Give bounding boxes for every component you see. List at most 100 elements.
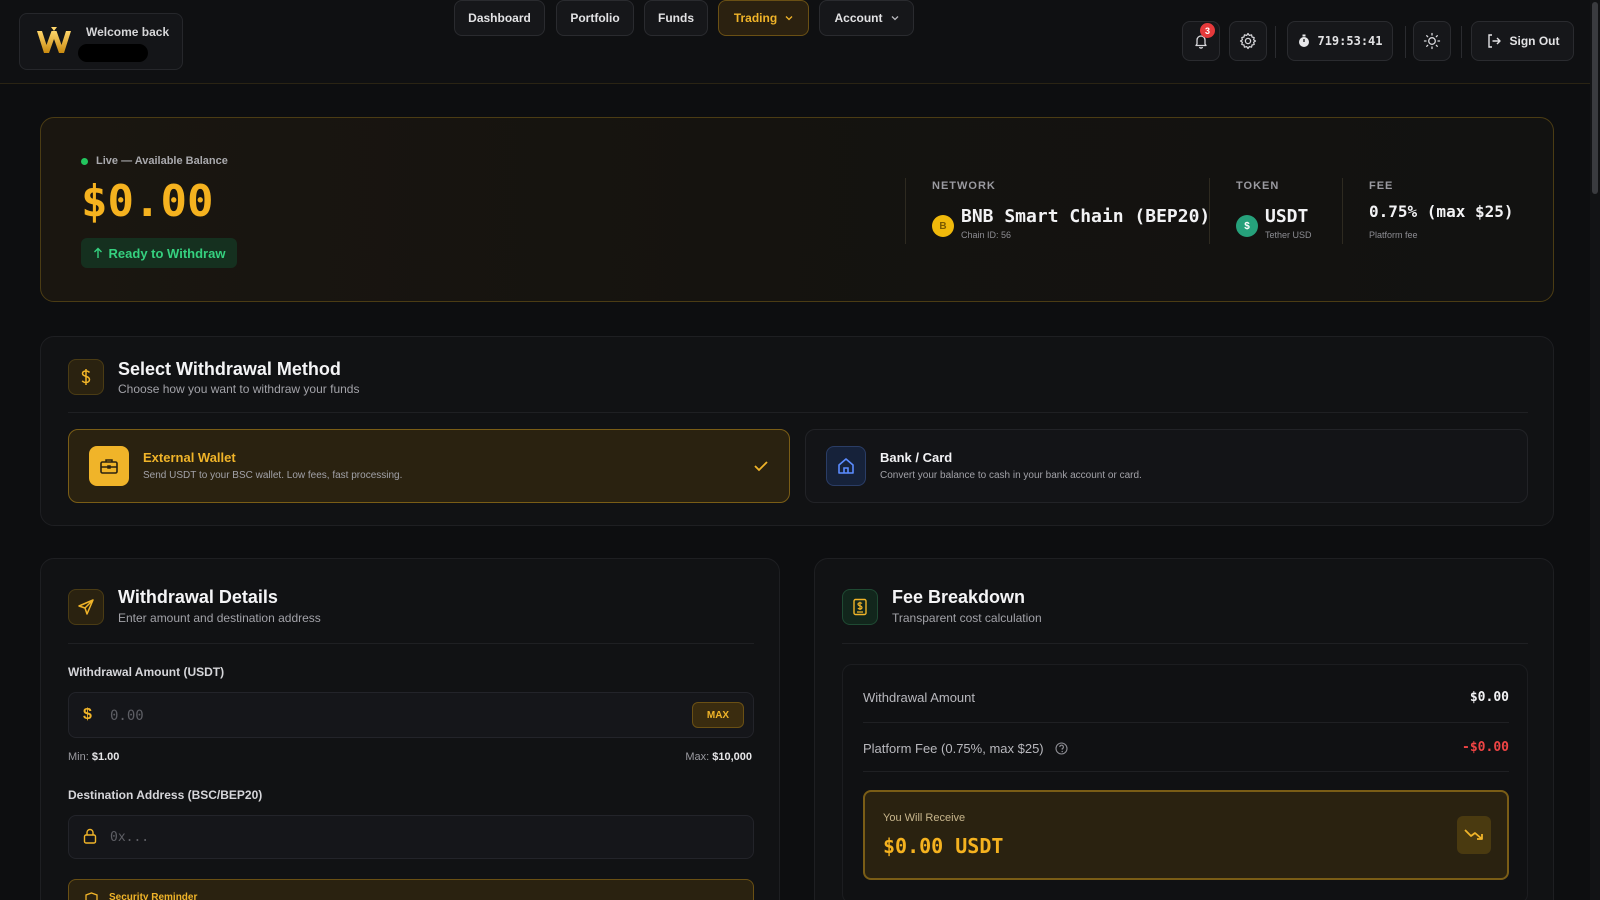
chevron-down-icon	[891, 16, 898, 21]
sign-out-label: Sign Out	[1509, 34, 1560, 48]
nav-funds[interactable]: Funds	[644, 0, 708, 36]
dollar-prefix-icon: $	[83, 706, 92, 723]
trending-down-icon	[1457, 816, 1491, 854]
withdrawal-details-card: Withdrawal Details Enter amount and dest…	[40, 558, 780, 900]
info-divider	[1209, 178, 1210, 244]
nav-portfolio[interactable]: Portfolio	[556, 0, 634, 36]
chevron-down-icon	[785, 16, 793, 21]
token-name: Tether USD	[1265, 230, 1312, 240]
details-subtitle: Enter amount and destination address	[118, 611, 321, 625]
external-wallet-desc: Send USDT to your BSC wallet. Low fees, …	[143, 470, 403, 481]
network-chain-id: Chain ID: 56	[961, 230, 1012, 240]
brand-card[interactable]: Welcome back	[19, 13, 183, 70]
help-icon[interactable]	[1055, 742, 1068, 755]
usdt-coin-icon: $	[1236, 215, 1258, 237]
receive-label: You Will Receive	[883, 812, 966, 824]
arrow-up-icon	[93, 247, 102, 258]
network-label: NETWORK	[932, 180, 996, 192]
security-reminder: Security Reminder	[68, 879, 754, 900]
network-value: BNB Smart Chain (BEP20)	[961, 206, 1211, 227]
top-bar: Welcome back Dashboard Portfolio Funds T…	[0, 0, 1600, 84]
checkmark-icon	[754, 461, 768, 472]
header-divider	[1405, 26, 1406, 58]
nav-account-label: Account	[834, 11, 883, 25]
bank-card-option[interactable]: Bank / Card Convert your balance to cash…	[805, 429, 1528, 503]
page-scrollbar[interactable]	[1590, 0, 1600, 900]
nav-funds-label: Funds	[658, 11, 694, 25]
send-icon	[68, 589, 104, 625]
live-status: Live — Available Balance	[81, 155, 228, 167]
scrollbar-thumb[interactable]	[1592, 2, 1598, 194]
welcome-text: Welcome back	[86, 25, 170, 39]
destination-address-input[interactable]: 0x...	[68, 815, 754, 859]
log-out-icon	[1487, 34, 1501, 48]
receipt-icon	[842, 589, 878, 625]
withdrawal-amount-input[interactable]: $ 0.00 MAX	[68, 692, 754, 738]
logo-icon	[37, 27, 71, 53]
bank-card-title: Bank / Card	[880, 450, 953, 465]
theme-toggle-button[interactable]	[1413, 21, 1451, 61]
max-amount-hint: Max: $10,000	[685, 751, 752, 763]
method-title: Select Withdrawal Method	[118, 359, 341, 379]
security-title: Security Reminder	[109, 892, 198, 900]
nav-trading-label: Trading	[733, 11, 778, 25]
live-dot-icon	[81, 157, 88, 165]
notification-badge: 3	[1200, 23, 1215, 38]
external-wallet-title: External Wallet	[143, 450, 236, 465]
section-divider	[842, 643, 1528, 644]
platform-fee-value: -$0.00	[1462, 740, 1509, 755]
stopwatch-icon	[1299, 34, 1310, 47]
notifications-button[interactable]: 3	[1182, 21, 1220, 61]
max-value: $10,000	[712, 751, 752, 763]
withdrawal-amount-label: Withdrawal Amount	[863, 690, 975, 705]
nav-dashboard-label: Dashboard	[468, 11, 531, 25]
max-hint-label: Max:	[685, 751, 710, 763]
method-subtitle: Choose how you want to withdraw your fun…	[118, 382, 360, 396]
nav-dashboard[interactable]: Dashboard	[454, 0, 545, 36]
sun-icon	[1423, 32, 1441, 50]
external-wallet-option[interactable]: External Wallet Send USDT to your BSC wa…	[68, 429, 790, 503]
nav-trading[interactable]: Trading	[718, 0, 809, 36]
available-balance: $0.00	[81, 176, 214, 227]
bnb-coin-icon: B	[932, 215, 954, 237]
amount-field-label: Withdrawal Amount (USDT)	[68, 665, 225, 679]
ready-label: Ready to Withdraw	[108, 245, 226, 261]
header-divider	[1275, 26, 1276, 58]
settings-button[interactable]	[1229, 21, 1267, 61]
gear-icon	[1239, 32, 1257, 50]
session-timer: 719:53:41	[1287, 21, 1393, 61]
withdrawal-amount-row: Withdrawal Amount $0.00	[863, 690, 1509, 705]
bank-card-desc: Convert your balance to cash in your ban…	[880, 470, 1142, 481]
info-divider	[905, 178, 906, 244]
fee-value: 0.75% (max $25)	[1369, 202, 1514, 221]
balance-card: Live — Available Balance $0.00 Ready to …	[40, 117, 1554, 302]
fee-breakdown-card: Fee Breakdown Transparent cost calculati…	[814, 558, 1554, 900]
fee-breakdown-panel: Withdrawal Amount $0.00 Platform Fee (0.…	[842, 664, 1528, 900]
shield-icon	[85, 892, 98, 900]
nav-account[interactable]: Account	[819, 0, 914, 36]
max-button[interactable]: MAX	[692, 702, 744, 728]
nav-portfolio-label: Portfolio	[570, 11, 620, 25]
sign-out-button[interactable]: Sign Out	[1471, 21, 1574, 61]
row-divider	[863, 722, 1509, 723]
username-redacted	[78, 44, 148, 62]
fees-subtitle: Transparent cost calculation	[892, 611, 1042, 625]
min-value: $1.00	[91, 751, 120, 763]
you-will-receive-box: You Will Receive $0.00 USDT	[863, 790, 1509, 880]
receive-amount: $0.00 USDT	[883, 834, 1004, 858]
withdrawal-method-card: Select Withdrawal Method Choose how you …	[40, 336, 1554, 526]
timer-value: 719:53:41	[1317, 34, 1383, 48]
fee-sub: Platform fee	[1369, 230, 1418, 240]
platform-fee-row: Platform Fee (0.75%, max $25) -$0.00	[863, 740, 1509, 756]
withdrawal-amount-value: $0.00	[1469, 690, 1509, 705]
token-value: USDT	[1265, 206, 1309, 227]
amount-placeholder: 0.00	[110, 708, 144, 724]
platform-fee-label: Platform Fee (0.75%, max $25)	[863, 741, 1044, 756]
bank-icon	[826, 446, 866, 486]
info-divider	[1342, 178, 1343, 244]
live-status-text: Live — Available Balance	[96, 155, 228, 167]
wallet-icon	[89, 446, 129, 486]
section-divider	[68, 643, 754, 644]
details-title: Withdrawal Details	[118, 587, 278, 607]
row-divider	[863, 771, 1509, 772]
